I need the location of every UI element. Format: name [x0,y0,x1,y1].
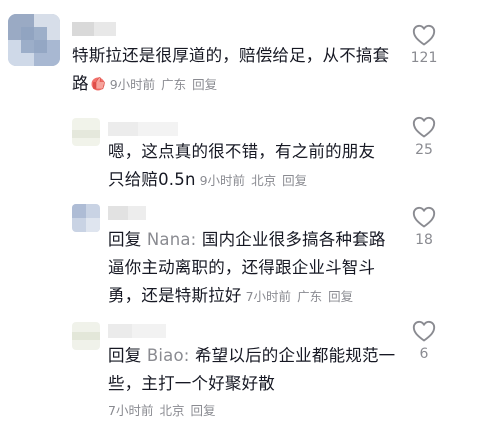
comment-line: 回复 Biao: 希望以后的企业都能规范一 [108,346,396,365]
heart-outline-icon [412,320,436,342]
comment-4: 回复 Biao: 希望以后的企业都能规范一 些，主打一个好聚好散 7小时前 北京回… [0,314,480,428]
reply-prefix: 回复 [108,346,142,365]
like-button[interactable]: 6 [404,320,444,362]
username-blurred[interactable] [108,206,146,220]
comment-text: 回复 Biao: 希望以后的企业都能规范一 些，主打一个好聚好散 [108,342,408,398]
location: 广东 [161,77,187,92]
timestamp: 9小时前 [199,173,246,188]
comment-line: 特斯拉还是很厚道的，赔偿给足，从不搞套 [72,46,390,65]
comment-1: 特斯拉还是很厚道的，赔偿给足，从不搞套 路 9小时前 广东 回复 121 [0,0,480,104]
reply-button[interactable]: 回复 [282,173,307,188]
reply-button[interactable]: 回复 [328,289,353,304]
comment-text: 嗯，这点真的很不错，有之前的朋友 只给赔0.5n 9小时前 北京 回复 [108,138,408,195]
heart-outline-icon [412,116,436,138]
like-count: 18 [415,232,433,248]
like-count: 25 [415,142,433,158]
comment-3: 回复 Nana: 国内企业很多搞各种套路 逼你主动离职的，还得跟企业斗智斗 勇，… [0,196,480,314]
like-button[interactable]: 121 [404,24,444,66]
comment-line: 勇，还是特斯拉好 7小时前 广东 回复 [108,286,354,305]
comment-line: 回复 Nana: 国内企业很多搞各种套路 [108,230,386,249]
reply-to-user[interactable]: Nana: [147,230,197,249]
comment-text: 特斯拉还是很厚道的，赔偿给足，从不搞套 路 9小时前 广东 回复 [72,42,402,99]
avatar[interactable] [72,322,100,350]
location: 广东 [297,289,323,304]
reply-to-user[interactable]: Biao: [147,346,190,365]
comment-line: 只给赔0.5n 9小时前 北京 回复 [108,170,308,189]
like-count: 121 [410,50,438,66]
comment-2: 嗯，这点真的很不错，有之前的朋友 只给赔0.5n 9小时前 北京 回复 25 [0,104,480,196]
comment-line: 些，主打一个好聚好散 [108,374,275,393]
comment-meta: 7小时前 北京 回复 [108,400,215,419]
location: 北京 [159,403,185,418]
comment-line: 路 9小时前 广东 回复 [72,72,218,93]
like-button[interactable]: 18 [404,206,444,248]
reply-prefix: 回复 [108,230,142,249]
reply-button[interactable]: 回复 [192,77,217,92]
timestamp: 7小时前 [108,403,154,418]
avatar[interactable] [8,14,60,66]
like-count: 6 [419,346,429,362]
heart-outline-icon [412,206,436,228]
like-button[interactable]: 25 [404,116,444,158]
username-blurred[interactable] [108,324,166,338]
location: 北京 [251,173,277,188]
thumbs-up-emoji-icon [90,72,106,91]
comment-line: 嗯，这点真的很不错，有之前的朋友 [108,142,376,161]
timestamp: 7小时前 [245,289,292,304]
avatar[interactable] [72,204,100,232]
comment-text: 回复 Nana: 国内企业很多搞各种套路 逼你主动离职的，还得跟企业斗智斗 勇，… [108,226,408,311]
reply-button[interactable]: 回复 [190,403,215,418]
heart-outline-icon [412,24,436,46]
comment-line: 逼你主动离职的，还得跟企业斗智斗 [108,258,376,277]
timestamp: 9小时前 [109,77,156,92]
username-blurred[interactable] [72,22,116,36]
username-blurred[interactable] [108,122,178,136]
avatar[interactable] [72,118,100,146]
